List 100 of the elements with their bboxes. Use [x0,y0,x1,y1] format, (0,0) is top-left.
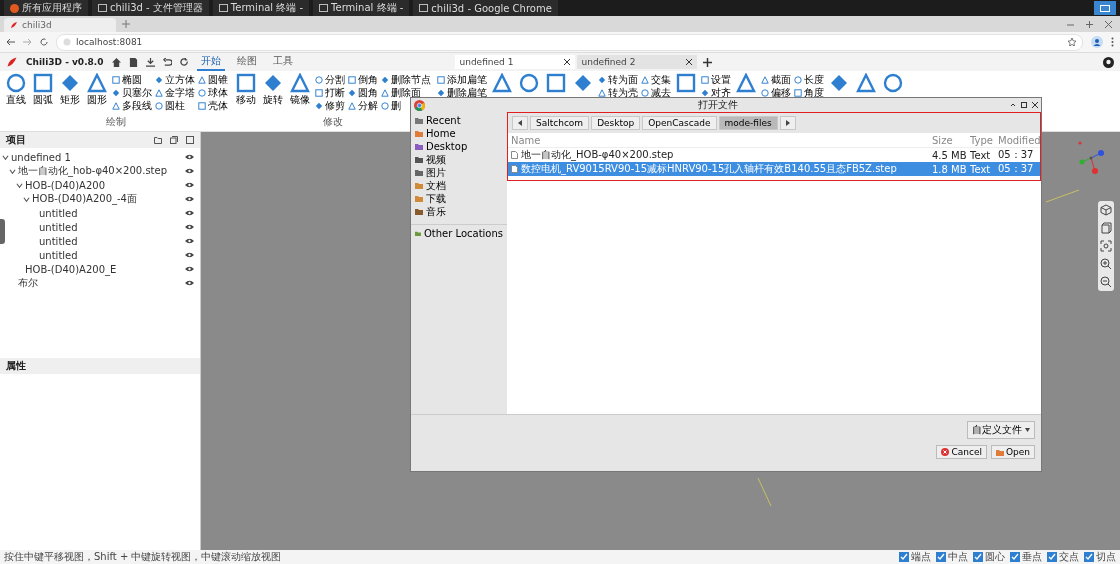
document-tab[interactable]: undefined 1 [454,55,575,69]
ribbon-button[interactable]: 倒角 [348,73,378,86]
panel-title: 项目 [6,133,26,147]
file-type: Text [970,149,992,161]
ribbon-button[interactable]: 对齐 [701,86,731,99]
place-item[interactable]: 文档 [411,179,507,192]
ribbon-tab[interactable]: 绘图 [232,53,261,71]
document-tab[interactable]: undefined 2 [576,55,697,69]
file-name: 数控电机_RV9015RV90-15减标HNRV90-15孔入轴杆有效B140.55且态FB5Z.step [521,162,897,176]
path-button[interactable]: Desktop [591,116,641,130]
checkbox-label: 端点 [911,550,931,564]
ribbon-button[interactable]: 减去 [641,86,671,99]
tree-item[interactable]: HOB-(D40)A200_E [25,263,183,275]
ribbon-button[interactable]: 打断 [315,86,345,99]
ribbon-button[interactable]: 长度 [794,73,824,86]
place-item[interactable]: Desktop [411,140,507,153]
file-type: Text [970,163,992,175]
cancel-button[interactable]: Cancel [936,445,987,459]
ribbon-button[interactable]: 圆弧 [31,73,55,107]
place-item[interactable]: Home [411,127,507,140]
ribbon-button[interactable]: 球体 [198,86,228,99]
group-label: 绘制 [106,115,126,129]
ribbon-button[interactable]: 删 [381,99,431,112]
ribbon-tab[interactable]: 工具 [268,53,297,71]
ribbon-button[interactable]: 直线 [4,73,28,107]
ribbon-button[interactable]: 金字塔 [155,86,195,99]
ribbon-button[interactable]: 矩形 [58,73,82,107]
file-modified: 05：37 [998,148,1035,162]
ribbon-button[interactable]: 多段线 [112,99,152,112]
place-item[interactable]: 视频 [411,153,507,166]
checkbox-label: 切点 [1096,550,1116,564]
dialog-title: 打开文件 [696,98,739,112]
file-modified: 05：37 [998,162,1035,176]
open-button[interactable]: Open [990,445,1035,459]
ribbon-button[interactable]: 移动 [234,73,258,107]
ribbon-button[interactable]: 删除节点 [381,73,431,86]
ribbon-tab[interactable]: 开始 [196,53,225,71]
status-hint: 按住中键平移视图，Shift + 中键旋转视图，中键滚动缩放视图 [4,550,282,564]
path-button[interactable]: mode-files [718,116,778,130]
ribbon-button[interactable]: 圆柱 [155,99,195,112]
place-item[interactable]: 音乐 [411,205,507,218]
column-header[interactable]: Modified [998,134,1040,146]
file-row[interactable]: 地一自动化_HOB-φ40×200.step 4.5 MB Text 05：37 [508,148,1040,162]
taskbar-item[interactable]: Terminal 终端 - [313,0,410,16]
ribbon-button[interactable]: 转为面 [598,73,638,86]
place-item[interactable]: 图片 [411,166,507,179]
checkbox-label: 交点 [1059,550,1079,564]
file-size: 1.8 MB [932,163,968,175]
ribbon-button[interactable]: 壳体 [198,99,228,112]
file-size: 4.5 MB [932,149,968,161]
panel-title: 属性 [6,359,26,373]
tree-item[interactable]: untitled [39,221,183,233]
path-button[interactable]: Saltchcom [530,116,590,130]
taskbar-item[interactable]: chili3d - 文件管理器 [92,0,209,16]
ribbon-button[interactable]: 立方体 [155,73,195,86]
app-title: Chili3D - v0.8.0 [26,57,104,67]
checkbox-label: 垂点 [1022,550,1042,564]
tree-item[interactable]: 布尔 [18,276,183,290]
ribbon-button[interactable]: 删除扁笔 [437,86,487,99]
ribbon-button[interactable]: 角度 [794,86,824,99]
ribbon-button[interactable]: 分割 [315,73,345,86]
tree-item[interactable]: 地一自动化_hob-φ40×200.step [18,164,183,178]
tree-item[interactable]: untitled [39,249,183,261]
ribbon-button[interactable]: 修剪 [315,99,345,112]
ribbon-button[interactable]: 交集 [641,73,671,86]
ribbon-button[interactable]: 圆锥 [198,73,228,86]
ribbon-button[interactable]: 添加扁笔 [437,73,487,86]
file-name: 地一自动化_HOB-φ40×200.step [521,148,674,162]
column-header[interactable]: Name [508,134,932,146]
place-item[interactable]: Recent [411,114,507,127]
tree-item[interactable]: untitled [39,207,183,219]
ribbon-button[interactable]: 椭圆 [112,73,152,86]
column-header[interactable]: Type [970,134,998,146]
tree-item[interactable]: undefined 1 [11,151,183,163]
ribbon-button[interactable]: 旋转 [261,73,285,107]
tree-item[interactable]: untitled [39,235,183,247]
address-field[interactable]: localhost:8081 [56,33,1083,51]
filter-dropdown[interactable]: 自定义文件 [967,421,1035,439]
ribbon-button[interactable]: 转为壳 [598,86,638,99]
checkbox-label: 圆心 [985,550,1005,564]
taskbar-item[interactable]: Terminal 终端 - [212,0,310,16]
ribbon-button[interactable]: 圆角 [348,86,378,99]
browser-tab[interactable]: chili3d [4,18,116,32]
ribbon-button[interactable]: 圆形 [85,73,109,107]
taskbar-item[interactable]: chili3d - Google Chrome [413,0,558,16]
ribbon-button[interactable]: 截面 [761,73,791,86]
ribbon-button[interactable]: 偏移 [761,86,791,99]
taskbar-item[interactable]: 所有应用程序 [4,0,88,16]
ribbon-button[interactable]: 贝塞尔 [112,86,152,99]
ribbon-button[interactable]: 删除面 [381,86,431,99]
column-header[interactable]: Size [932,134,970,146]
place-item[interactable]: 下载 [411,192,507,205]
ribbon-button[interactable]: 镜像 [288,73,312,107]
ribbon-button[interactable]: 分解 [348,99,378,112]
ribbon-button[interactable]: 设置 [701,73,731,86]
path-button[interactable]: OpenCascade [642,116,717,130]
checkbox-label: 中点 [948,550,968,564]
tree-item[interactable]: HOB-(D40)A200_-4面 [32,192,183,206]
tree-item[interactable]: HOB-(D40)A200 [25,179,183,191]
group-label: 修改 [322,115,343,129]
